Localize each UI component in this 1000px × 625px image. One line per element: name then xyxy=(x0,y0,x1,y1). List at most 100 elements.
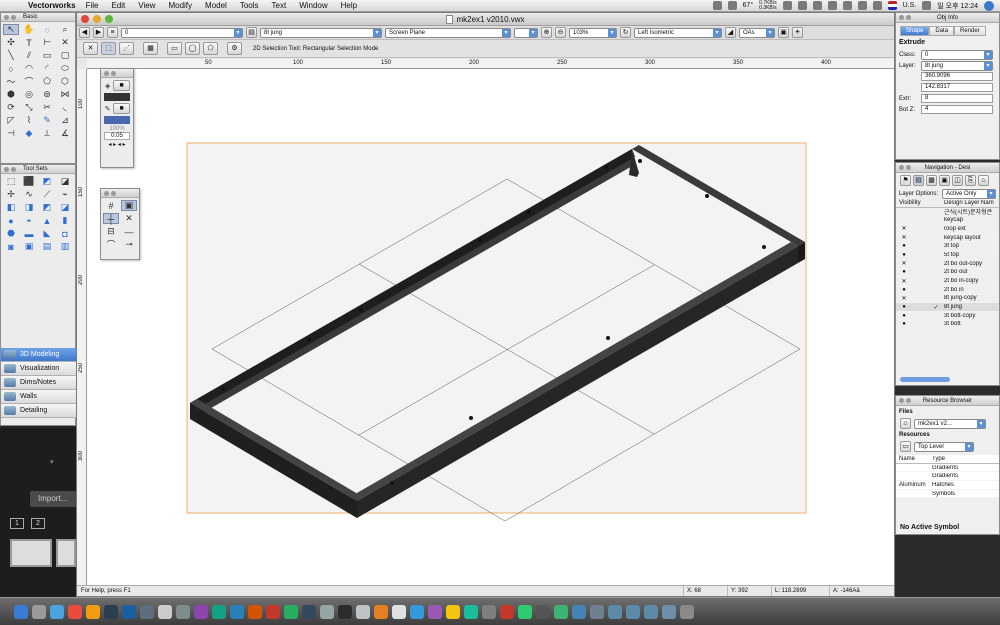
helix-tool-icon[interactable]: ⌁ xyxy=(57,189,73,200)
table-row[interactable]: 근식(시트)문자형큰 xyxy=(896,208,999,217)
table-row[interactable]: Aluminum Hatches xyxy=(896,481,999,490)
input-flag-icon[interactable] xyxy=(887,1,897,10)
working-plane-select[interactable]: Screen Plane xyxy=(385,27,511,38)
hemisphere-icon[interactable]: ◓ xyxy=(21,215,37,226)
sphere-tool-icon[interactable]: ● xyxy=(3,215,19,226)
double-line-icon[interactable]: ⫽ xyxy=(21,50,37,61)
snap-grid-icon[interactable]: # xyxy=(103,200,119,211)
pen-style-select[interactable]: ■ xyxy=(113,103,130,114)
table-row[interactable]: ● 3t top xyxy=(896,242,999,252)
snap-object-icon[interactable]: ▣ xyxy=(121,200,137,211)
snap-distance-icon[interactable]: ⊟ xyxy=(103,226,119,237)
quarter-arc-icon[interactable]: ◜ xyxy=(39,63,55,74)
reshape-tool-icon[interactable]: ⤡ xyxy=(21,102,37,113)
app-icon[interactable] xyxy=(500,604,514,619)
freehand-tool-icon[interactable]: 〜 xyxy=(3,76,19,87)
visible-cell[interactable]: ● xyxy=(896,243,912,249)
table-row[interactable]: Gradients xyxy=(896,472,999,482)
visible-cell[interactable]: ● xyxy=(896,313,912,319)
input-locale[interactable]: U.S. xyxy=(903,2,917,9)
table-row[interactable]: ● 2t bo in xyxy=(896,286,999,295)
chrome-icon[interactable] xyxy=(68,604,82,619)
extrusion-field[interactable]: 8 xyxy=(921,94,993,103)
app-icon[interactable] xyxy=(320,604,334,619)
snap-intersection-icon[interactable]: ✕ xyxy=(121,213,137,224)
close-icon[interactable]: ✕ xyxy=(57,37,73,48)
boolean-tool-icon[interactable]: ◘ xyxy=(57,228,73,239)
push-pull-icon[interactable]: ⬚ xyxy=(3,176,19,187)
polygon-extrude-icon[interactable]: ⬣ xyxy=(3,228,19,239)
lightroom-icon[interactable] xyxy=(140,604,154,619)
tab-shape[interactable]: Shape xyxy=(900,26,930,36)
fillet-edge-icon[interactable]: ◨ xyxy=(21,202,37,213)
clock[interactable]: 일 오후 12:24 xyxy=(937,1,978,11)
loft-tool-icon[interactable]: ◪ xyxy=(57,176,73,187)
polygon-lasso-icon[interactable]: ⬠ xyxy=(203,42,218,55)
temperature-readout[interactable]: 67° xyxy=(743,2,754,9)
regular-polygon-icon[interactable]: ⬢ xyxy=(3,89,19,100)
menu-file[interactable]: File xyxy=(86,1,99,10)
app-icon[interactable] xyxy=(212,604,226,619)
references-tab-icon[interactable]: ⎘ xyxy=(965,175,976,186)
menu-window[interactable]: Window xyxy=(299,1,327,10)
page-1-button[interactable]: 1 xyxy=(10,518,24,529)
protractor-icon[interactable]: ∡ xyxy=(57,128,73,139)
flip-view-icon[interactable]: ↻ xyxy=(620,27,631,38)
app-icon[interactable] xyxy=(266,604,280,619)
app-icon[interactable] xyxy=(536,604,550,619)
terminal-icon[interactable] xyxy=(104,604,118,619)
finder-icon[interactable] xyxy=(14,604,28,619)
table-row[interactable]: ● 2t bo out xyxy=(896,269,999,278)
table-row[interactable]: ● 5t top xyxy=(896,251,999,260)
menu-help[interactable]: Help xyxy=(341,1,357,10)
bluetooth-icon[interactable] xyxy=(842,1,852,10)
lighting-icon[interactable]: ☀ xyxy=(792,27,803,38)
folder-icon[interactable] xyxy=(626,604,640,619)
menu-modify[interactable]: Modify xyxy=(168,1,192,10)
fill-color-swatch[interactable] xyxy=(104,93,130,101)
active-class-select[interactable]: 0 xyxy=(121,27,243,38)
table-row[interactable]: ● ✓ 8t jung xyxy=(896,303,999,312)
import-button[interactable]: Import... xyxy=(30,491,76,507)
rectangle-tool-icon[interactable]: ▭ xyxy=(39,50,55,61)
firefox-icon[interactable] xyxy=(86,604,100,619)
lasso-mode-icon[interactable]: ◯ xyxy=(185,42,200,55)
tab-render[interactable]: Render xyxy=(954,26,986,36)
menu-model[interactable]: Model xyxy=(205,1,227,10)
illustrator-icon[interactable] xyxy=(248,604,262,619)
app-icon[interactable] xyxy=(194,604,208,619)
photoshop-icon[interactable] xyxy=(122,604,136,619)
app-icon[interactable] xyxy=(572,604,586,619)
table-row[interactable]: Gradients xyxy=(896,464,999,473)
app-icon[interactable] xyxy=(590,604,604,619)
projection-icon[interactable]: ▣ xyxy=(778,27,789,38)
zoom-window-button[interactable] xyxy=(105,15,113,23)
table-row[interactable]: ● 3t bott xyxy=(896,321,999,330)
toolset-walls[interactable]: Walls xyxy=(1,390,77,404)
visible-cell[interactable]: ● xyxy=(896,287,912,293)
utility-icon[interactable] xyxy=(176,604,190,619)
tab-data[interactable]: Data xyxy=(929,26,955,36)
split-solid-icon[interactable]: ▤ xyxy=(39,241,55,252)
disable-interactive-scaling-icon[interactable]: ✕ xyxy=(83,42,98,55)
app-menu[interactable]: Vectorworks xyxy=(28,1,76,10)
eyedropper-icon[interactable]: ✎ xyxy=(39,115,55,126)
smart-points-icon[interactable]: ⌒ xyxy=(103,239,119,250)
calendar-icon[interactable] xyxy=(392,604,406,619)
app-icon[interactable] xyxy=(554,604,568,619)
2d-locus-icon[interactable]: ✣ xyxy=(3,37,19,48)
mirror-tool-icon[interactable]: ⋈ xyxy=(57,89,73,100)
network-speed[interactable]: 0.7KB/s 0.3KB/s xyxy=(759,0,777,11)
app-status-icon[interactable] xyxy=(712,1,722,10)
emboss-tool-icon[interactable]: ▣ xyxy=(21,241,37,252)
text-tool-icon[interactable]: T xyxy=(21,37,37,48)
visible-cell[interactable]: ✕ xyxy=(896,260,912,267)
shell-tool-icon[interactable]: ◧ xyxy=(3,202,19,213)
back-arrow-icon[interactable]: ◀ xyxy=(79,27,90,38)
app-icon[interactable] xyxy=(230,604,244,619)
cylinder-tool-icon[interactable]: ▮ xyxy=(57,215,73,226)
safari-icon[interactable] xyxy=(50,604,64,619)
nurbs-curve-icon[interactable]: ∿ xyxy=(21,189,37,200)
dimension-field-2[interactable]: 142.8317 xyxy=(921,83,993,92)
wifi-icon[interactable] xyxy=(857,1,867,10)
